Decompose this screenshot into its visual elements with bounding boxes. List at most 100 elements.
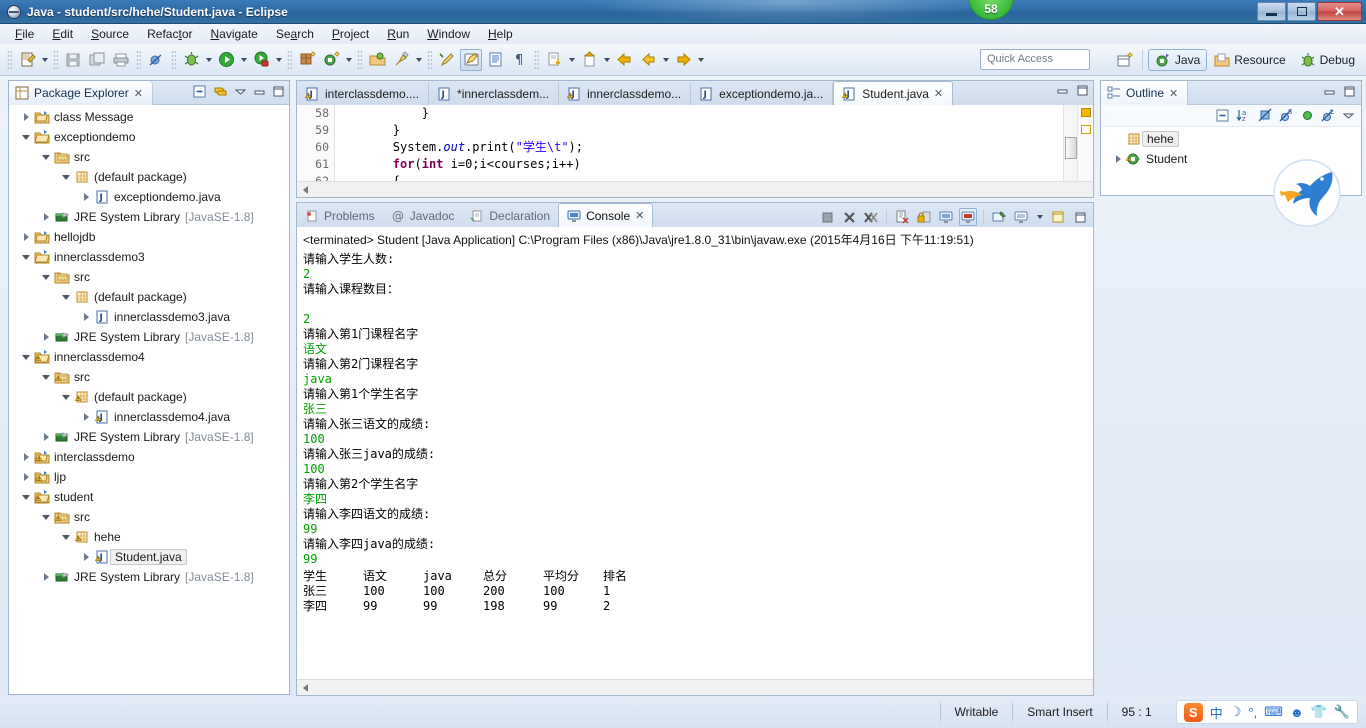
maximize-icon[interactable] [1076, 84, 1089, 97]
hide-public-icon[interactable] [1300, 108, 1315, 123]
menu-item-search[interactable]: Search [267, 25, 323, 43]
forward-history-icon[interactable] [637, 49, 659, 71]
tree-item[interactable]: innerclassdemo3 [9, 247, 289, 267]
new-wizard-dropdown[interactable] [39, 49, 50, 71]
tab-package-explorer[interactable]: Package Explorer ✕ [9, 81, 153, 105]
pin-console-icon[interactable] [990, 208, 1008, 226]
twisty-icon[interactable] [59, 174, 73, 180]
new-console-view-icon[interactable] [1049, 208, 1067, 226]
skip-breakpoints-dropdown[interactable] [566, 49, 577, 71]
link-with-editor-icon[interactable] [213, 84, 228, 99]
twisty-icon[interactable] [39, 333, 53, 341]
tree-item[interactable]: JRE System Library [JavaSE-1.8] [9, 207, 289, 227]
next-annotation-icon[interactable] [578, 49, 600, 71]
twisty-icon[interactable] [39, 213, 53, 221]
perspective-java[interactable]: Java [1147, 49, 1208, 71]
package-explorer-tree[interactable]: class Message exceptiondemo src (default pa… [9, 105, 289, 694]
tree-item[interactable]: src [9, 147, 289, 167]
toolbar-grip-2[interactable] [53, 49, 58, 70]
tree-item[interactable]: JRE System Library [JavaSE-1.8] [9, 327, 289, 347]
skin-icon[interactable]: 👕 [1311, 704, 1327, 720]
toolbar-grip[interactable] [7, 49, 12, 70]
tree-item[interactable]: src [9, 507, 289, 527]
twisty-icon[interactable] [19, 254, 33, 260]
twisty-icon[interactable] [19, 494, 33, 500]
toolbar-grip-5[interactable] [287, 49, 292, 70]
menu-item-source[interactable]: Source [82, 25, 138, 43]
minimize-button[interactable] [1257, 2, 1286, 21]
tools-icon[interactable]: 🔧 [1334, 704, 1350, 720]
collapse-all-icon[interactable] [192, 84, 207, 99]
terminate-icon[interactable] [818, 208, 836, 226]
new-java-project-icon[interactable] [296, 49, 318, 71]
tree-item[interactable]: src [9, 367, 289, 387]
moon-icon[interactable]: ☽ [1230, 704, 1242, 720]
scroll-lock-icon[interactable] [915, 208, 933, 226]
perspective-resource[interactable]: Resource [1207, 49, 1292, 71]
view-menu-icon[interactable] [1342, 109, 1355, 122]
new-java-class-icon[interactable] [320, 49, 342, 71]
tree-item[interactable]: Jinnerclassdemo4.java [9, 407, 289, 427]
tree-item[interactable]: (default package) [9, 387, 289, 407]
last-edit-icon[interactable] [436, 49, 458, 71]
twisty-icon[interactable] [19, 354, 33, 360]
open-console-icon[interactable] [1012, 208, 1030, 226]
tree-item[interactable]: ljp [9, 467, 289, 487]
debug-icon[interactable] [180, 49, 202, 71]
remove-all-terminated-icon[interactable] [862, 208, 880, 226]
close-icon[interactable]: ✕ [635, 209, 644, 222]
search-dropdown[interactable] [413, 49, 424, 71]
hide-static-icon[interactable]: S [1279, 108, 1294, 123]
editor-tab-0[interactable]: Jinterclassdemo.... [297, 83, 430, 105]
twisty-icon[interactable] [19, 473, 33, 481]
tree-item[interactable]: student [9, 487, 289, 507]
view-menu-icon[interactable] [234, 85, 247, 98]
back-icon[interactable] [613, 49, 635, 71]
source-code[interactable]: } } System.out.print("学生\t"); for(int i=… [335, 105, 1063, 181]
tree-item[interactable]: J Student.java [9, 547, 289, 567]
editor-overview-ruler[interactable] [1077, 105, 1093, 181]
tree-item[interactable]: Jexceptiondemo.java [9, 187, 289, 207]
run-coverage-icon[interactable] [250, 49, 272, 71]
editor-tab-3[interactable]: Jexceptiondemo.ja... [691, 83, 834, 105]
forward-icon[interactable] [672, 49, 694, 71]
save-icon[interactable] [62, 49, 84, 71]
chinese-mode-icon[interactable]: 中 [1210, 703, 1223, 722]
editor-horizontal-scrollbar[interactable] [297, 181, 1093, 197]
scroll-left-icon[interactable] [301, 185, 311, 195]
clear-console-icon[interactable] [893, 208, 911, 226]
menu-item-file[interactable]: File [6, 25, 43, 43]
twisty-icon[interactable] [19, 113, 33, 121]
twisty-icon[interactable] [59, 534, 73, 540]
tree-item[interactable]: src [9, 267, 289, 287]
quick-access-input[interactable]: Quick Access [980, 49, 1090, 70]
minimize-icon[interactable] [253, 85, 266, 98]
console-dropdown-icon[interactable] [1034, 206, 1045, 228]
console-output[interactable]: <terminated> Student [Java Application] … [297, 227, 1093, 679]
twisty-icon[interactable] [39, 274, 53, 280]
print-icon[interactable] [110, 49, 132, 71]
tree-item[interactable]: interclassdemo [9, 447, 289, 467]
hide-fields-icon[interactable] [1258, 108, 1273, 123]
twisty-icon[interactable] [19, 233, 33, 241]
twisty-icon[interactable] [59, 394, 73, 400]
console-tab-problems[interactable]: Problems [297, 205, 383, 227]
menu-item-help[interactable]: Help [479, 25, 522, 43]
menu-item-refactor[interactable]: Refactor [138, 25, 201, 43]
close-button[interactable]: ✕ [1317, 2, 1362, 21]
toolbar-grip-6[interactable] [357, 49, 362, 70]
outline-tree[interactable]: hehe Student [1101, 127, 1361, 169]
editor-tab-1[interactable]: J *innerclassdem... [429, 83, 560, 105]
tree-item[interactable]: hehe [9, 527, 289, 547]
punctuation-icon[interactable]: °, [1248, 705, 1257, 720]
console-tab-console[interactable]: Console ✕ [558, 203, 654, 227]
tree-item[interactable]: hellojdb [9, 227, 289, 247]
maximize-icon[interactable] [1343, 85, 1356, 98]
console-tab-declaration[interactable]: Declaration [462, 205, 558, 227]
sort-icon[interactable]: az [1236, 108, 1252, 123]
close-icon[interactable]: ✕ [134, 87, 143, 100]
open-perspective-icon[interactable] [1114, 49, 1136, 71]
run-coverage-dropdown[interactable] [273, 49, 284, 71]
twisty-icon[interactable] [39, 514, 53, 520]
minimize-icon[interactable] [1323, 85, 1336, 98]
